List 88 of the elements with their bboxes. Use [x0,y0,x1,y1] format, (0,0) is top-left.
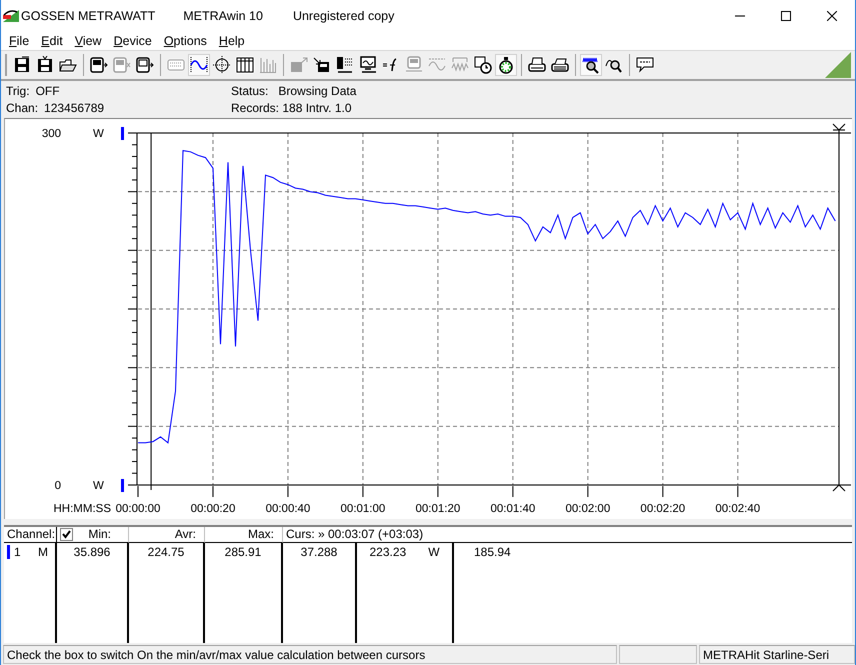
column-header: Channel: [4,526,57,543]
maximize-icon [781,11,791,21]
triangle-icon [825,52,851,78]
table-cell-text: 1 [14,544,22,559]
info-value: 123456789 [44,100,104,115]
info-value: OFF [36,84,60,98]
unit-label: W [428,544,440,559]
close-icon [827,11,837,21]
unit-label: W [93,480,104,492]
window-title: Unregistered copy [292,9,394,23]
info-label: Status: [231,84,268,98]
tick-label: 00:00:40 [266,502,310,515]
device-icon [136,56,154,74]
menu-item[interactable]: Edit [35,32,69,50]
menu-item[interactable]: Device [108,32,158,50]
tick-mark [287,485,288,498]
tick-label: 00:01:00 [340,502,386,515]
tick-mark [512,485,514,498]
tick-mark [362,485,364,498]
records-text: Records: 188 Intrv. 1.0 [231,100,353,115]
stopwatch-icon [497,56,515,74]
window-title: GOSSEN METRAWATT [21,9,156,23]
checkmark-icon [61,528,72,540]
waveform-icon [190,56,208,74]
tick-mark [662,485,664,498]
bar-chart-icon [259,56,277,74]
tick-label: 00:00:20 [190,502,236,515]
table-icon [236,56,254,74]
tick-label: 00:02:20 [640,502,686,515]
column-header: Curs: » 00:03:07 (+03:03) [283,526,852,543]
table-cell: 285.91 [205,542,283,561]
device-icon [405,56,423,74]
toolbar-button[interactable] [580,54,602,76]
column-header: Max: [205,526,283,543]
tick-label: 0 [54,480,61,492]
tick-mark [587,485,588,498]
status-message: Check the box to switch On the min/avr/max value calculation between cursors [3,645,617,664]
window-title: METRAwin 10 [183,9,263,23]
tick-label: 00:00:00 [116,502,160,515]
table-cell: M [38,544,48,559]
tick-mark [437,485,438,498]
table-cell-text: 185.94 [473,544,512,561]
monitor-icon [359,56,377,74]
menu-item[interactable]: File [3,32,36,50]
toolbar-button[interactable] [472,54,494,76]
device-icon [90,56,108,74]
menu-item[interactable]: Options [158,32,213,50]
table-cell: 224.75 [129,542,205,561]
table-cell: 223.23 [369,544,406,559]
toolbar-button[interactable] [495,54,517,76]
axis-label: HH:MM:SS [54,502,111,515]
cursor[interactable] [832,123,846,492]
range-marker[interactable] [121,126,124,140]
tick-label: 00:01:20 [416,502,460,515]
tick-label: 00:01:40 [490,502,536,515]
tick-mark [737,485,738,498]
status-device: METRAHit Starline-Seri [699,645,855,664]
tick-label: 300 [42,128,61,140]
checkbox[interactable] [60,528,73,541]
waveform-icon [451,56,469,74]
info-label: Chan: [6,100,38,115]
printer-icon [551,56,569,74]
column-header: Min: [88,527,111,542]
data-grid-icon [336,56,354,74]
speech-bubble-icon [636,56,654,74]
printer-icon [528,56,546,74]
device-icon [113,56,131,74]
window-arrow-icon [313,56,331,74]
magnifier-icon [582,56,600,74]
crosshair-icon [213,56,231,74]
range-marker[interactable] [121,478,124,492]
toolbar-button[interactable] [188,54,210,76]
table-cell: 35.896 [57,542,129,561]
toolbar-button[interactable] [211,54,233,76]
info-value: Browsing Data [278,84,356,98]
column-header: Avr: [129,526,205,543]
menu-item[interactable]: View [68,32,108,50]
info-label: Trig: [6,84,30,98]
cursor[interactable] [150,132,152,490]
tick-label: 00:02:00 [565,502,610,515]
tick-mark [212,485,214,498]
unit-label: W [93,128,104,140]
menu-item[interactable]: Help [212,32,251,50]
clock-icon [474,56,492,74]
gauge-icon [1,8,21,24]
tick-label: 00:02:40 [715,502,760,515]
window-arrow-icon [290,56,308,74]
table-cell: 37.288 [283,542,357,561]
